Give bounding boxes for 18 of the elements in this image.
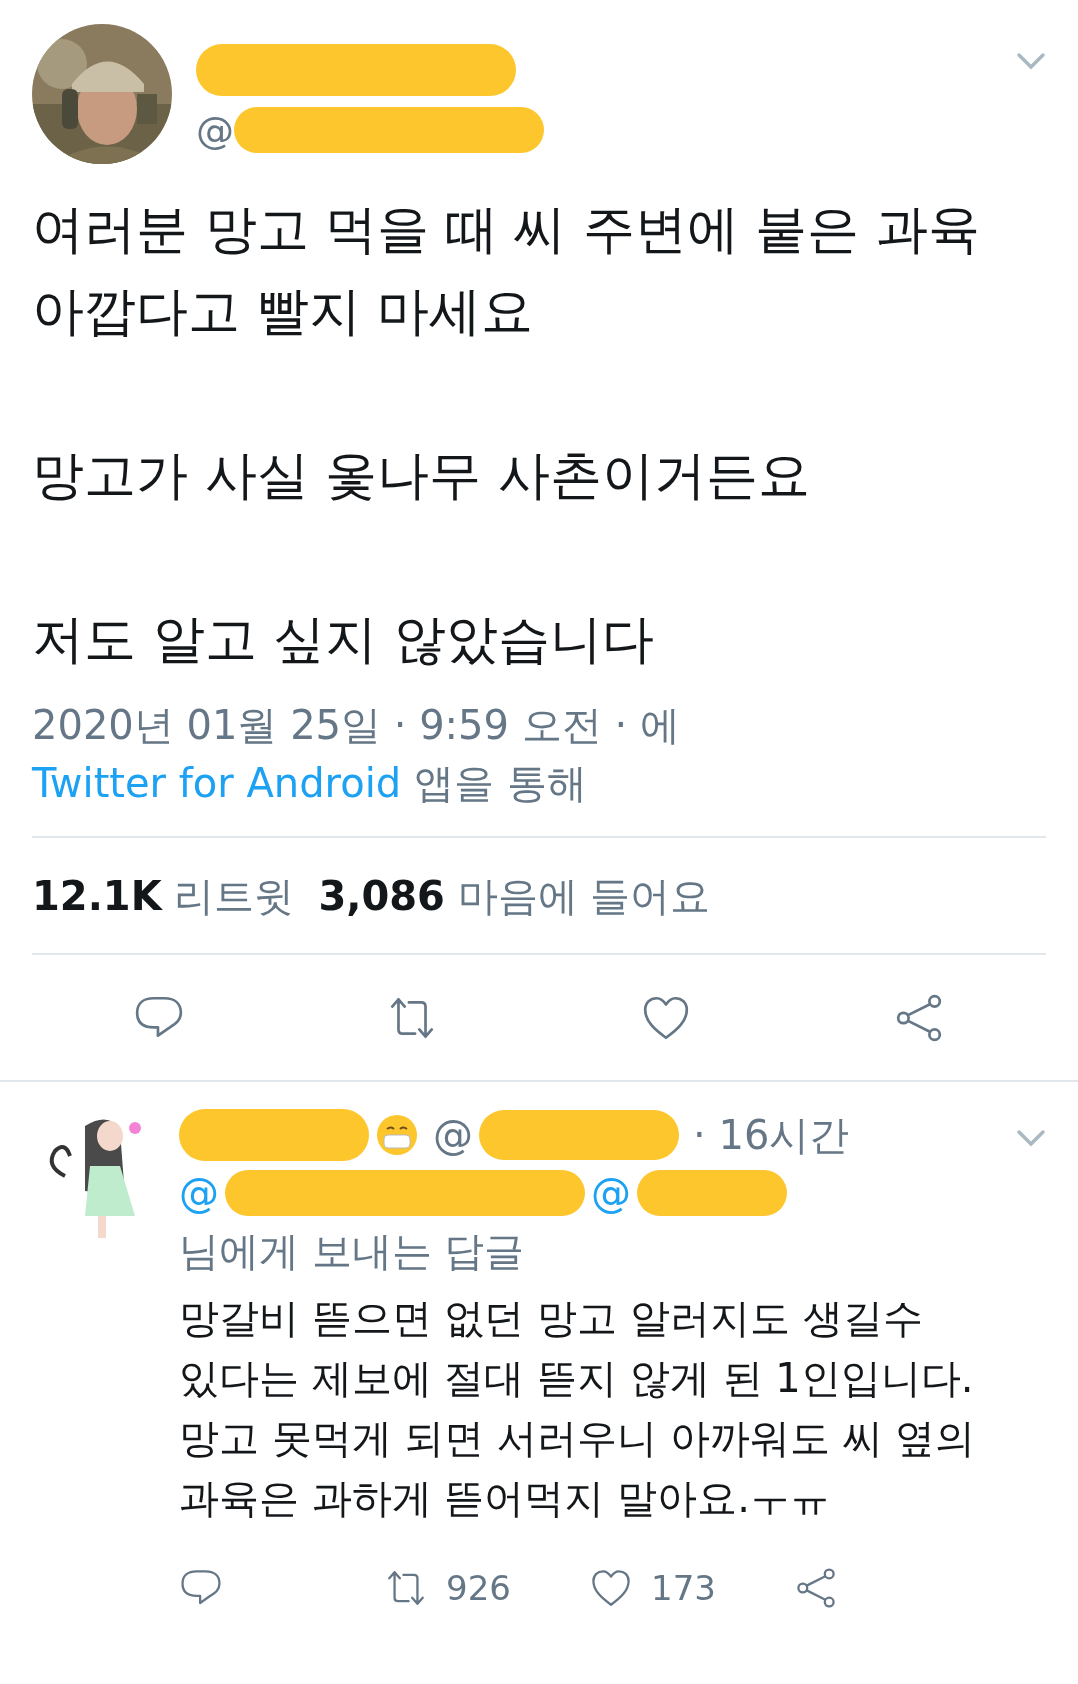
tweet-text: 여러분 망고 먹을 때 씨 주변에 붙은 과육 아깝다고 빨지 마세요 [32, 198, 981, 343]
action-count: 173 [651, 1566, 716, 1610]
action-count: 926 [446, 1566, 511, 1610]
user-handle: @ [196, 106, 234, 154]
reply-time: · 16시간 [693, 1111, 850, 1160]
share-icon[interactable] [794, 1566, 838, 1610]
stat-count[interactable]: 3,086 마음에 들어요 [318, 865, 711, 926]
user-handle: @ [433, 1111, 473, 1160]
stat-count[interactable]: 12.1K 리트윗 [32, 865, 295, 926]
reply-to-label: 님에게 보내는 답글 [179, 1227, 526, 1276]
tweet-timestamp: 2020년 01월 25일 · 9:59 오전 · 에 Twitter for Android 앱을 통해 [32, 701, 681, 808]
reply-text: 망갈비 뜯으면 없던 망고 알러지도 생길수 있다는 제보에 절대 뜯지 않게 된 1인입니다. 망고 못먹게 되면 서러우니 아까워도 씨 옆의 과육은 과하게 뜯어먹지 말아요.ㅜㅠ [179, 1294, 977, 1523]
source-link[interactable]: Twitter for Android [32, 760, 402, 806]
mention-link[interactable]: @ [591, 1164, 631, 1222]
tweet-text: 저도 알고 싶지 않았습니다 [32, 608, 655, 671]
tweet-text: 망고가 사실 옻나무 사촌이거든요 [32, 444, 811, 507]
mention-link[interactable]: @ [179, 1164, 219, 1222]
mask-face-icon [375, 1113, 419, 1157]
